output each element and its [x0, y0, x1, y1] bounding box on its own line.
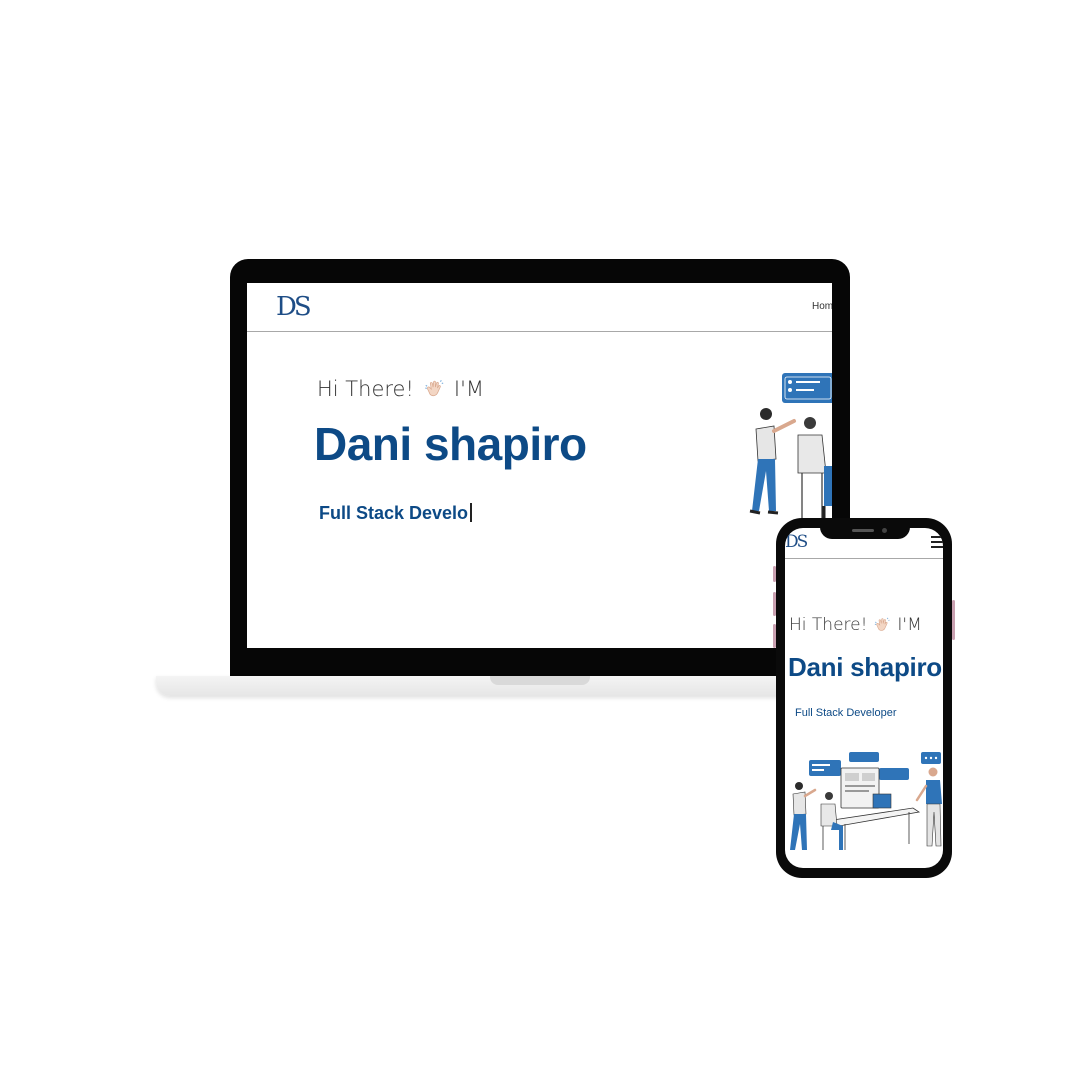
nav-link-home[interactable]: Hom: [812, 301, 832, 312]
hero-name: Dani shapiro: [314, 418, 587, 470]
phone-speaker: [852, 529, 874, 532]
laptop-site-header: DS Hom: [247, 283, 832, 332]
hamburger-menu-icon[interactable]: [931, 536, 943, 548]
hero-greeting-suffix: I'M: [897, 615, 922, 635]
hero-role-mobile: Full Stack Developer: [795, 707, 897, 719]
site-logo[interactable]: DS: [276, 292, 312, 322]
hero-role-text: Full Stack Develo: [319, 503, 469, 523]
hero-greeting-text: Hi There!: [789, 615, 868, 635]
hero-name-mobile: Dani shapiro: [788, 652, 942, 682]
typing-cursor: [470, 503, 472, 522]
team-workspace-illustration: [790, 752, 942, 850]
hero-greeting-text: Hi There!: [317, 377, 414, 401]
phone-camera: [882, 528, 887, 533]
site-logo-mobile[interactable]: DS: [785, 532, 808, 552]
waving-hand-icon: [425, 379, 444, 397]
hero-greeting-suffix: I'M: [453, 377, 484, 401]
hero-role-typewriter: Full Stack Develo: [319, 503, 472, 524]
laptop-screen: DS Hom Hi There! I'M Dani shapiro Full S…: [247, 283, 832, 648]
waving-hand-icon: [875, 617, 891, 631]
hero-greeting-mobile: Hi There! I'M: [789, 615, 922, 635]
hero-greeting: Hi There! I'M: [317, 377, 484, 401]
phone-power-button: [952, 600, 955, 640]
phone-screen: DS Hi There! I'M Dani shapiro Full Stack…: [785, 528, 943, 868]
laptop-hinge-notch: [490, 676, 590, 685]
developer-illustration: [749, 373, 832, 523]
